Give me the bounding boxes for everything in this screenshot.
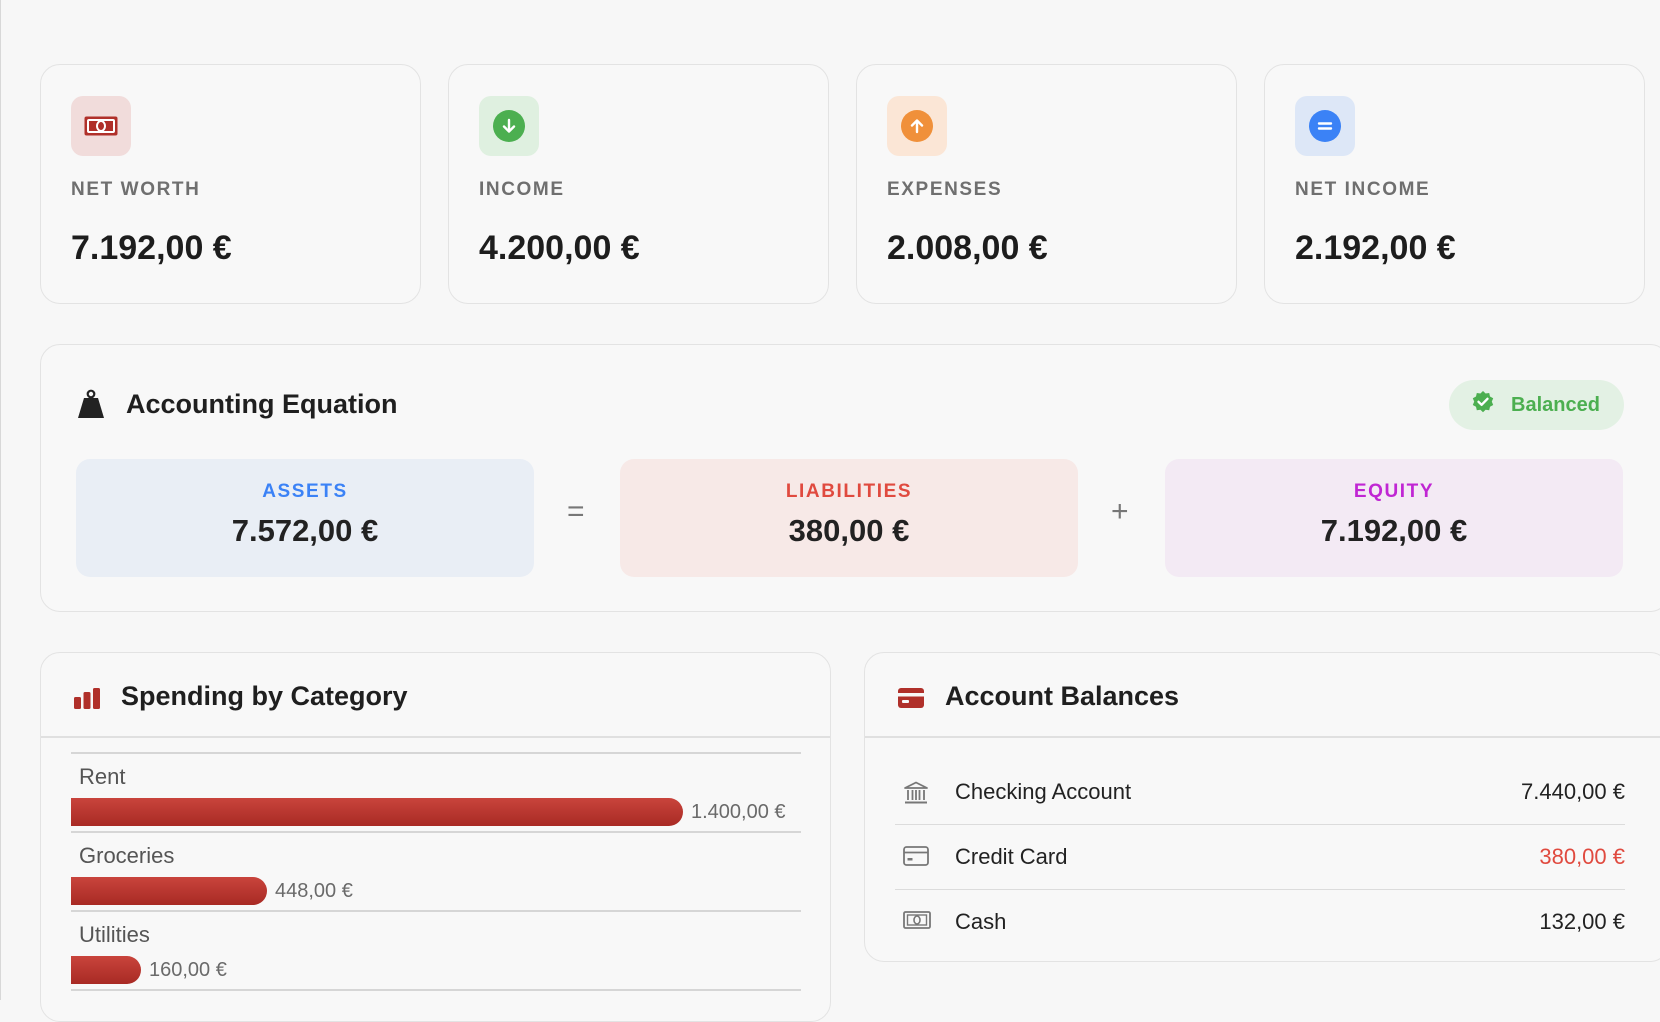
spending-by-category-card: Spending by Category Rent 1.400,00 € Groce…: [40, 652, 831, 1022]
stat-card-expenses: EXPENSES 2.008,00 €: [856, 64, 1237, 304]
equals-circle-icon: [1295, 96, 1355, 156]
arrow-up-circle-icon: [887, 96, 947, 156]
category-bar: [71, 956, 141, 984]
row-divider: [71, 910, 801, 912]
row-divider: [71, 989, 801, 991]
scale-weight-icon: [77, 389, 105, 424]
banknote-icon: [903, 911, 931, 934]
equity-value: 7.192,00 €: [1320, 513, 1468, 548]
credit-card-icon: [897, 687, 925, 714]
account-name: Cash: [955, 909, 1007, 934]
account-row-cash[interactable]: Cash 132,00 €: [895, 890, 1625, 940]
equals-operator: =: [567, 495, 585, 528]
accounting-equation-card: Accounting Equation Balanced ASSETS 7.57…: [40, 344, 1660, 612]
balanced-badge: Balanced: [1449, 380, 1624, 430]
banknote-icon: [71, 96, 131, 156]
account-balance: 7.440,00 €: [1521, 779, 1625, 804]
category-amount: 448,00 €: [275, 880, 353, 902]
stat-label: INCOME: [479, 179, 565, 200]
equity-label: EQUITY: [1353, 481, 1435, 502]
account-name: Credit Card: [955, 844, 1068, 869]
category-name: Utilities: [79, 922, 150, 947]
category-amount: 160,00 €: [149, 959, 227, 981]
assets-label: ASSETS: [262, 481, 348, 502]
category-amount: 1.400,00 €: [691, 801, 786, 823]
account-balance: 132,00 €: [1539, 909, 1625, 934]
bank-icon: [903, 781, 929, 810]
stat-label: EXPENSES: [887, 179, 1003, 200]
category-bar: [71, 877, 267, 905]
stat-label: NET INCOME: [1295, 179, 1431, 200]
section-title: Accounting Equation: [126, 389, 398, 419]
liabilities-box: LIABILITIES 380,00 €: [620, 459, 1078, 577]
window-left-border: [0, 0, 1, 1000]
section-title: Account Balances: [945, 681, 1180, 711]
stat-card-net-worth: NET WORTH 7.192,00 €: [40, 64, 421, 304]
row-divider: [71, 831, 801, 833]
liabilities-value: 380,00 €: [788, 513, 910, 548]
category-name: Groceries: [79, 843, 175, 868]
category-row: Groceries 448,00 €: [71, 831, 801, 910]
plus-operator: +: [1111, 495, 1129, 528]
stat-label: NET WORTH: [71, 179, 201, 200]
account-row-credit-card[interactable]: Credit Card 380,00 €: [895, 825, 1625, 890]
account-balances-card: Account Balances Checking Account 7.440,…: [864, 652, 1660, 962]
stat-card-net-income: NET INCOME 2.192,00 €: [1264, 64, 1645, 304]
bar-chart-icon: [73, 687, 101, 714]
section-title: Spending by Category: [121, 681, 408, 711]
stat-card-income: INCOME 4.200,00 €: [448, 64, 829, 304]
category-name: Rent: [79, 764, 126, 789]
equity-box: EQUITY 7.192,00 €: [1165, 459, 1623, 577]
arrow-down-circle-icon: [479, 96, 539, 156]
category-bar: [71, 798, 683, 826]
account-balance: 380,00 €: [1539, 844, 1625, 869]
account-name: Checking Account: [955, 779, 1132, 804]
assets-value: 7.572,00 €: [231, 513, 379, 548]
category-row: Rent 1.400,00 €: [71, 752, 801, 831]
row-divider: [71, 752, 801, 754]
liabilities-label: LIABILITIES: [785, 481, 913, 502]
header-divider: [865, 736, 1660, 738]
stat-value: 2.192,00 €: [1295, 229, 1456, 267]
stat-value: 7.192,00 €: [71, 229, 232, 267]
stat-value: 2.008,00 €: [887, 229, 1048, 267]
header-divider: [41, 736, 830, 738]
badge-label: Balanced: [1511, 393, 1600, 416]
assets-box: ASSETS 7.572,00 €: [76, 459, 534, 577]
verified-check-icon: [1471, 390, 1495, 420]
stat-value: 4.200,00 €: [479, 229, 640, 267]
category-row: Utilities 160,00 €: [71, 910, 801, 989]
account-row-checking[interactable]: Checking Account 7.440,00 €: [895, 760, 1625, 825]
credit-card-icon: [903, 846, 929, 871]
